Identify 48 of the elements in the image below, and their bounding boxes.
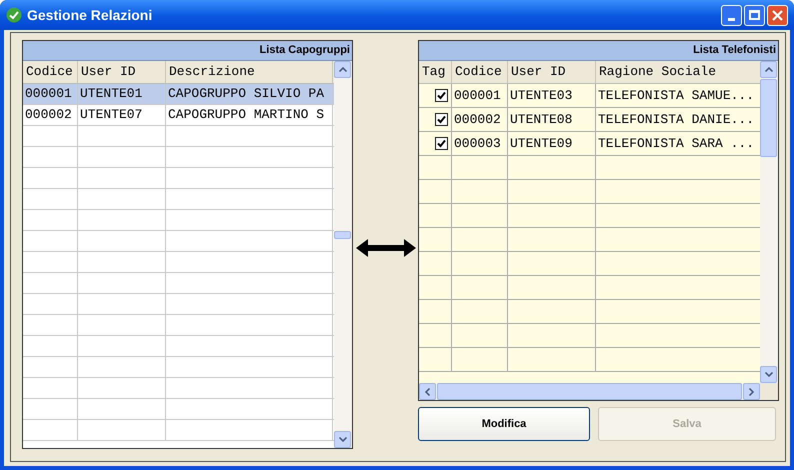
close-button[interactable] [767, 4, 788, 26]
scroll-up-button[interactable] [334, 61, 351, 78]
chevron-left-icon [425, 388, 430, 396]
table-cell: 000002 [23, 105, 78, 125]
table-cell: CAPOGRUPPO MARTINO S [166, 105, 333, 125]
scroll-down-button[interactable] [760, 366, 777, 383]
vertical-scrollbar[interactable] [760, 61, 778, 383]
scroll-right-button[interactable] [743, 383, 760, 400]
table-cell: UTENTE07 [78, 105, 166, 125]
table-cell: 000001 [452, 84, 508, 107]
chevron-down-icon [764, 372, 772, 377]
scroll-left-button[interactable] [419, 383, 436, 400]
chevron-up-icon [764, 67, 772, 72]
window-title: Gestione Relazioni [27, 6, 152, 24]
scroll-down-button[interactable] [334, 431, 351, 448]
minimize-button[interactable] [721, 4, 742, 26]
grid-title: Lista Capogruppi [23, 41, 352, 61]
chevron-right-icon [749, 388, 754, 396]
checkbox[interactable] [435, 113, 448, 126]
scroll-up-button[interactable] [760, 61, 777, 78]
column-header[interactable]: Tag [419, 61, 452, 83]
maximize-button[interactable] [744, 4, 765, 26]
table-cell: UTENTE03 [508, 84, 596, 107]
scroll-thumb[interactable] [760, 79, 777, 157]
column-header[interactable]: User ID [78, 61, 166, 83]
close-icon [772, 10, 783, 20]
chevron-up-icon [338, 67, 346, 72]
double-arrow-icon [356, 238, 416, 258]
table-cell: UTENTE01 [78, 84, 166, 104]
column-header[interactable]: Codice [23, 61, 78, 83]
table-cell: 000002 [452, 108, 508, 131]
table-cell: 000001 [23, 84, 78, 104]
chevron-down-icon [338, 437, 346, 442]
table-cell: CAPOGRUPPO SILVIO PA [166, 84, 333, 104]
check-icon [6, 7, 22, 23]
action-button[interactable]: Modifica [418, 407, 590, 441]
checkbox[interactable] [435, 137, 448, 150]
column-header[interactable]: User ID [508, 61, 596, 83]
column-header[interactable]: Descrizione [166, 61, 333, 83]
table-cell: UTENTE08 [508, 108, 596, 131]
grid-title: Lista Telefonisti [419, 41, 778, 61]
scroll-thumb[interactable] [334, 231, 351, 239]
table-cell: 000003 [452, 132, 508, 155]
vertical-scrollbar[interactable] [334, 61, 352, 448]
column-header[interactable]: Codice [452, 61, 508, 83]
table-cell: UTENTE09 [508, 132, 596, 155]
checkbox[interactable] [435, 89, 448, 102]
scrollbar-corner [760, 383, 778, 400]
